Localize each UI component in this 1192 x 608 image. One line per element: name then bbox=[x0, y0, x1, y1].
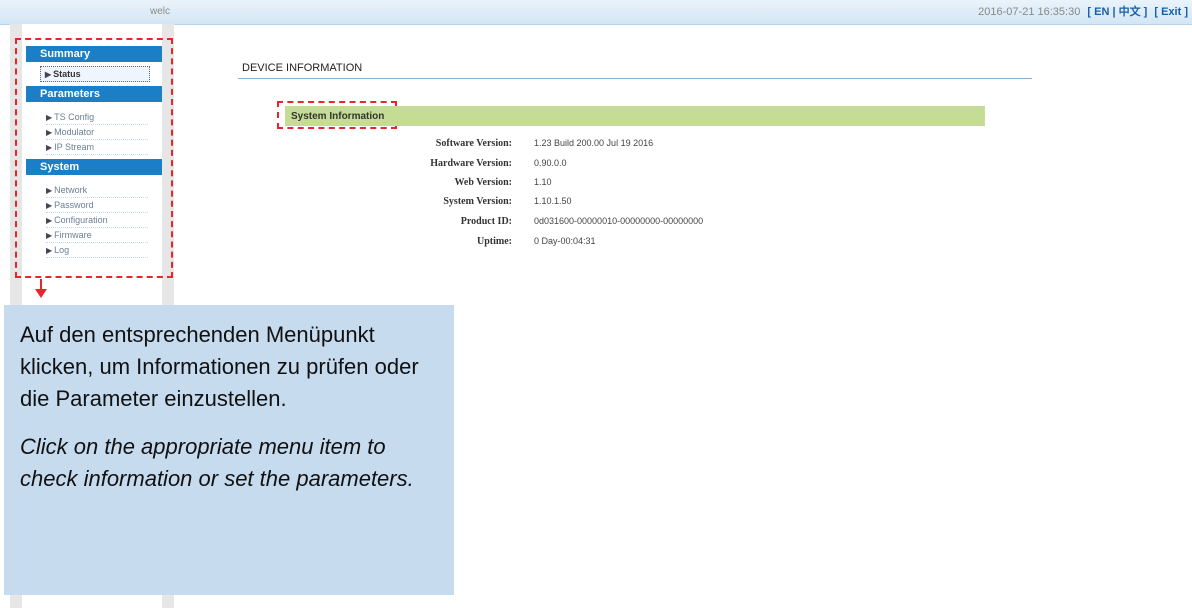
title-divider bbox=[238, 78, 1032, 79]
top-right-status: 2016-07-21 16:35:30 [ EN | 中文 ] [ Exit ] bbox=[978, 0, 1188, 24]
section-bar bbox=[285, 106, 985, 126]
exit-link[interactable]: [ Exit ] bbox=[1154, 6, 1188, 18]
info-value: 1.23 Build 200.00 Jul 19 2016 bbox=[534, 138, 654, 148]
section-title: System Information bbox=[291, 111, 385, 122]
page-title: DEVICE INFORMATION bbox=[242, 62, 363, 74]
info-row-system: System Version: 1.10.1.50 bbox=[0, 196, 1192, 216]
welcome-text: welc bbox=[149, 6, 170, 17]
info-row-software: Software Version: 1.23 Build 200.00 Jul … bbox=[0, 138, 1192, 158]
callout-english: Click on the appropriate menu item to ch… bbox=[20, 434, 414, 491]
info-label: System Version: bbox=[443, 196, 512, 207]
info-value: 1.10.1.50 bbox=[534, 196, 572, 206]
info-label: Hardware Version: bbox=[430, 158, 512, 169]
info-row-uptime: Uptime: 0 Day-00:04:31 bbox=[0, 236, 1192, 256]
info-value: 0 Day-00:04:31 bbox=[534, 236, 596, 246]
arrow-down-icon bbox=[35, 289, 47, 298]
language-switch[interactable]: [ EN | 中文 ] bbox=[1087, 6, 1147, 18]
datetime: 2016-07-21 16:35:30 bbox=[978, 6, 1081, 18]
info-value: 1.10 bbox=[534, 177, 552, 187]
info-row-product-id: Product ID: 0d031600-00000010-00000000-0… bbox=[0, 216, 1192, 236]
info-value: 0.90.0.0 bbox=[534, 158, 567, 168]
info-label: Web Version: bbox=[454, 177, 512, 188]
info-label: Product ID: bbox=[460, 216, 512, 227]
info-row-hardware: Hardware Version: 0.90.0.0 bbox=[0, 158, 1192, 178]
info-label: Software Version: bbox=[435, 138, 512, 149]
instruction-callout: Auf den entsprechenden Menüpunkt klicken… bbox=[4, 305, 454, 595]
info-label: Uptime: bbox=[477, 236, 512, 247]
callout-german: Auf den entsprechenden Menüpunkt klicken… bbox=[20, 322, 419, 411]
top-bar: welc 2016-07-21 16:35:30 [ EN | 中文 ] [ E… bbox=[0, 0, 1192, 25]
info-value: 0d031600-00000010-00000000-00000000 bbox=[534, 216, 704, 226]
info-row-web: Web Version: 1.10 bbox=[0, 177, 1192, 197]
